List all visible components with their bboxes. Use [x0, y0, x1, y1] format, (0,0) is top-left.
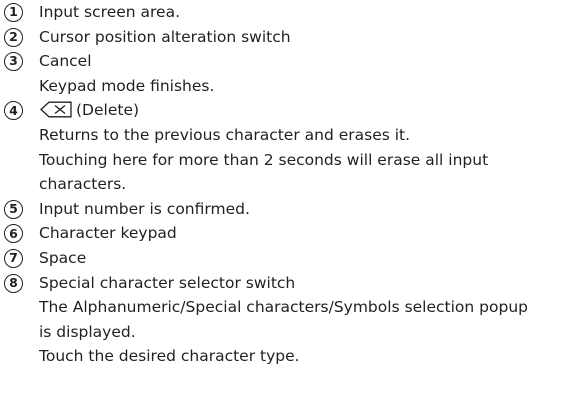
- legend-item-3: 3 Cancel Keypad mode finishes.: [0, 49, 576, 98]
- item-description: Touch the desired character type.: [39, 347, 300, 366]
- item-title: Input screen area.: [39, 3, 181, 21]
- legend-item-8: 8 Special character selector switch The …: [0, 271, 576, 369]
- item-number-badge: 5: [4, 199, 23, 219]
- item-title: Input number is confirmed.: [39, 199, 250, 218]
- item-number-badge: 1: [4, 3, 23, 22]
- item-title: (Delete): [76, 101, 140, 120]
- item-description: characters.: [39, 175, 127, 194]
- item-number-badge: 8: [4, 273, 23, 293]
- item-description: Keypad mode finishes.: [39, 76, 215, 95]
- item-number-badge: 7: [4, 248, 23, 268]
- item-title-row: (Delete): [39, 98, 576, 123]
- legend-item-6: 6 Character keypad: [0, 221, 576, 246]
- item-title: Character keypad: [39, 224, 177, 243]
- legend-item-4: 4 (Delete) Returns to the previous chara…: [0, 98, 576, 196]
- legend-list: 1 Input screen area. 2 Cursor position a…: [0, 0, 576, 369]
- item-description: Touching here for more than 2 seconds wi…: [39, 150, 489, 169]
- item-number-badge: 6: [4, 224, 23, 244]
- legend-item-1: 1 Input screen area.: [0, 0, 576, 25]
- legend-item-7: 7 Space: [0, 246, 576, 271]
- item-number-badge: 3: [4, 52, 23, 72]
- item-description: The Alphanumeric/Special characters/Symb…: [39, 298, 528, 317]
- delete-backspace-icon: [40, 101, 72, 118]
- item-title: Space: [39, 248, 87, 267]
- item-number-badge: 2: [4, 27, 23, 47]
- legend-item-5: 5 Input number is confirmed.: [0, 197, 576, 222]
- item-number-badge: 4: [4, 101, 23, 121]
- item-title: Special character selector switch: [39, 273, 296, 292]
- item-description: is displayed.: [39, 322, 136, 341]
- legend-item-2: 2 Cursor position alteration switch: [0, 25, 576, 50]
- item-description: Returns to the previous character and er…: [39, 125, 411, 144]
- item-title: Cursor position alteration switch: [39, 27, 291, 46]
- item-title: Cancel: [39, 52, 92, 71]
